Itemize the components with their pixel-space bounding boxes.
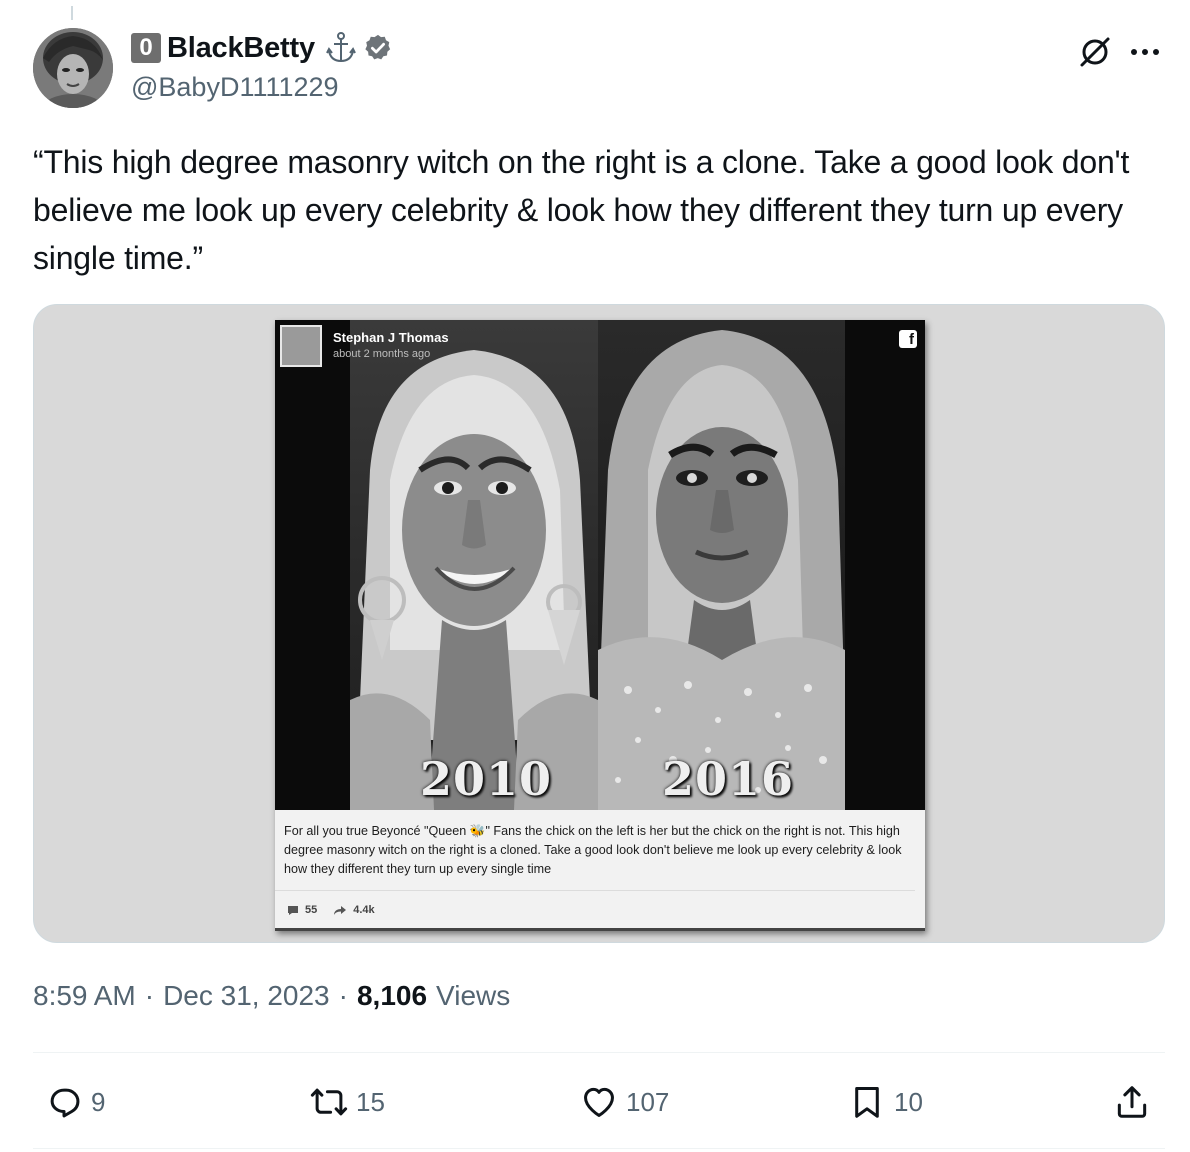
year-label-left: 2010 <box>420 752 553 806</box>
right-portrait <box>598 320 845 810</box>
fb-caption: For all you true Beyoncé "Queen 🐝" Fans … <box>284 824 902 876</box>
fb-comment-icon <box>288 905 298 915</box>
meta-separator: · <box>144 980 155 1011</box>
tweet-header: 0 BlackBetty @BabyD1111229 <box>33 28 1165 108</box>
tweet-time[interactable]: 8:59 AM <box>33 980 136 1012</box>
display-name[interactable]: BlackBetty <box>167 32 315 65</box>
repost-button[interactable]: 15 <box>310 1080 385 1124</box>
name-row: 0 BlackBetty <box>131 30 393 66</box>
divider <box>33 1148 1165 1149</box>
fb-share-icon <box>334 905 347 915</box>
verified-badge-icon[interactable] <box>363 33 393 63</box>
facebook-post-screenshot: Stephan J Thomas about 2 months ago f 20… <box>275 320 925 931</box>
fb-card-bottom-edge <box>275 928 925 931</box>
year-label-right: 2016 <box>662 752 795 806</box>
tweet-media[interactable]: Stephan J Thomas about 2 months ago f 20… <box>33 304 1165 943</box>
meta-separator: · <box>338 980 348 1011</box>
views-label: Views <box>436 980 511 1011</box>
fb-comment-count: 55 <box>305 904 318 916</box>
fb-poster-name: Stephan J Thomas <box>333 330 449 345</box>
user-handle[interactable]: @BabyD1111229 <box>131 72 339 103</box>
repost-icon <box>310 1088 348 1116</box>
views-count: 8,106 <box>356 980 428 1011</box>
bookmark-count: 10 <box>894 1086 923 1117</box>
fb-poster-avatar <box>280 325 322 367</box>
avatar-image <box>33 28 113 108</box>
share-icon <box>1117 1086 1147 1118</box>
comparison-photo: Stephan J Thomas about 2 months ago f 20… <box>275 320 925 810</box>
like-button[interactable]: 107 <box>580 1080 669 1124</box>
heart-icon <box>584 1087 614 1117</box>
repost-count: 15 <box>356 1086 385 1117</box>
bookmark-button[interactable]: 10 <box>848 1080 923 1124</box>
fb-post-time: about 2 months ago <box>333 348 431 360</box>
thread-connector-line <box>71 6 73 20</box>
like-count: 107 <box>626 1086 670 1117</box>
reply-count: 9 <box>91 1086 106 1117</box>
reply-button[interactable]: 9 <box>45 1080 105 1124</box>
tweet-date[interactable]: Dec 31, 2023 <box>163 980 330 1012</box>
action-bar: 9 15 107 10 <box>0 1080 1190 1124</box>
name-badge: 0 <box>131 33 161 63</box>
left-portrait <box>350 320 598 810</box>
share-button[interactable] <box>1113 1080 1159 1124</box>
tweet-meta: 8:59 AM · Dec 31, 2023 · 8,106 Views <box>33 980 510 1012</box>
bookmark-icon <box>855 1087 879 1118</box>
fb-divider <box>275 890 915 891</box>
fb-share-count: 4.4k <box>353 904 375 916</box>
tweet-text: “This high degree masonry witch on the r… <box>33 144 1130 276</box>
reply-icon <box>50 1088 80 1118</box>
fb-stats: 55 4.4k <box>287 904 391 916</box>
avatar[interactable] <box>33 28 113 108</box>
anchor-icon <box>325 31 357 65</box>
grok-icon[interactable] <box>1077 34 1113 70</box>
divider <box>33 1052 1165 1053</box>
more-icon[interactable] <box>1127 34 1163 70</box>
facebook-logo-icon: f <box>899 330 917 348</box>
